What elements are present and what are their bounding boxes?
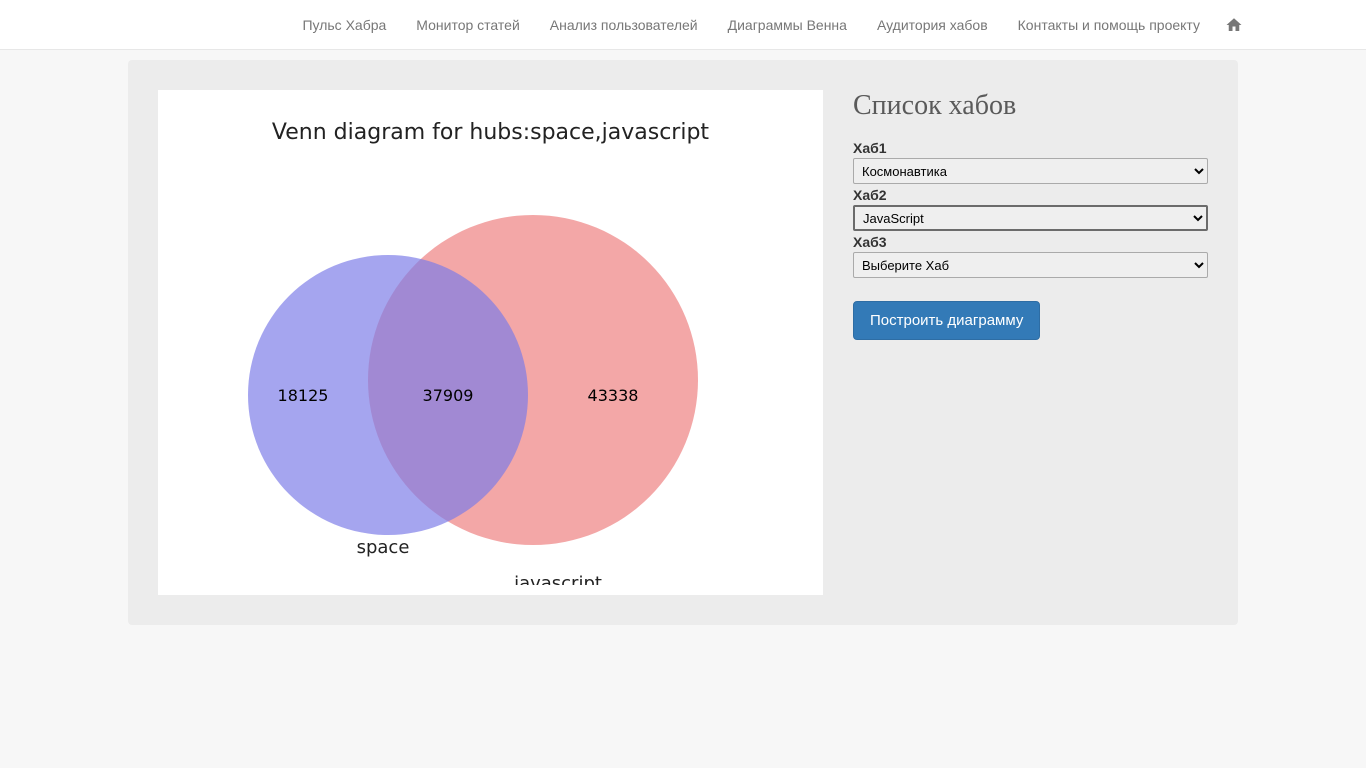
hub3-label: Хаб3	[853, 234, 1208, 250]
nav-link-hub-audience[interactable]: Аудитория хабов	[862, 2, 1003, 48]
venn-svg: 18125 37909 43338 space javascript	[158, 145, 823, 585]
sidebar-form: Список хабов Хаб1 Космонавтика Хаб2 Java…	[853, 90, 1208, 340]
top-navbar: Пульс Хабра Монитор статей Анализ пользо…	[0, 0, 1366, 50]
nav-link-user-analysis[interactable]: Анализ пользователей	[535, 2, 713, 48]
nav-link-articles-monitor[interactable]: Монитор статей	[401, 2, 534, 48]
sidebar-title: Список хабов	[853, 90, 1208, 122]
hub1-label: Хаб1	[853, 140, 1208, 156]
venn-count-intersection: 37909	[423, 386, 474, 405]
hub1-group: Хаб1 Космонавтика	[853, 140, 1208, 184]
home-icon[interactable]	[1215, 16, 1253, 34]
hub3-group: Хаб3 Выберите Хаб	[853, 234, 1208, 278]
venn-label-space: space	[357, 537, 410, 558]
venn-chart-panel: Venn diagram for hubs:space,javascript 1…	[158, 90, 823, 595]
nav-link-venn-diagrams[interactable]: Диаграммы Венна	[713, 2, 862, 48]
main-container: Venn diagram for hubs:space,javascript 1…	[113, 60, 1253, 625]
hub2-label: Хаб2	[853, 187, 1208, 203]
hub1-select[interactable]: Космонавтика	[853, 158, 1208, 184]
venn-count-javascript-only: 43338	[588, 386, 639, 405]
venn-count-space-only: 18125	[278, 386, 329, 405]
content-box: Venn diagram for hubs:space,javascript 1…	[128, 60, 1238, 625]
hub2-group: Хаб2 JavaScript	[853, 187, 1208, 231]
navbar-inner: Пульс Хабра Монитор статей Анализ пользо…	[113, 2, 1253, 48]
hub3-select[interactable]: Выберите Хаб	[853, 252, 1208, 278]
chart-title: Venn diagram for hubs:space,javascript	[158, 90, 823, 145]
nav-link-contacts[interactable]: Контакты и помощь проекту	[1003, 2, 1215, 48]
venn-label-javascript: javascript	[513, 573, 602, 585]
nav-link-pulse[interactable]: Пульс Хабра	[287, 2, 401, 48]
hub2-select[interactable]: JavaScript	[853, 205, 1208, 231]
build-diagram-button[interactable]: Построить диаграмму	[853, 301, 1040, 340]
